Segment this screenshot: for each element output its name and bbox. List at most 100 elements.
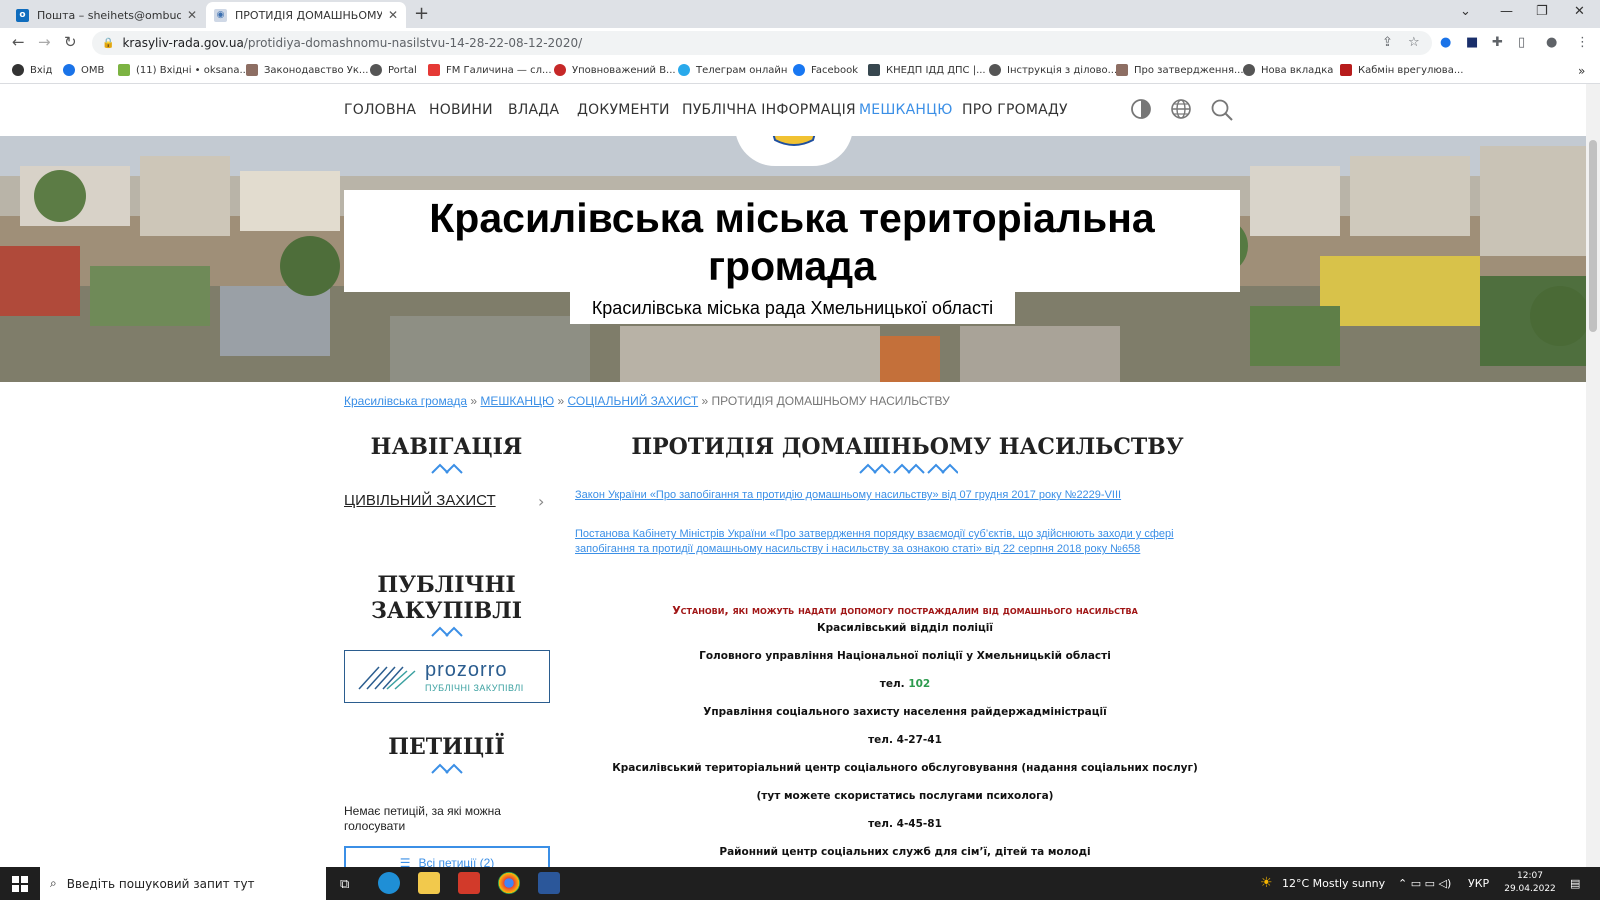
globe-icon[interactable] — [1170, 98, 1192, 120]
bookmarks-bar: Вхід OMB (11) Вхідні • oksana... Законод… — [0, 58, 1600, 84]
bookmark-item[interactable]: Законодавство Ук... — [246, 64, 368, 76]
bookmark-item[interactable]: FM Галичина — сл... — [428, 64, 552, 76]
bookmark-label: Інструкція з ділово... — [1007, 64, 1118, 76]
breadcrumb-link-home[interactable]: Красилівська громада — [344, 394, 467, 408]
bookmark-label: (11) Вхідні • oksana... — [136, 64, 249, 76]
telegram-icon — [678, 64, 690, 76]
nav-public-info[interactable]: ПУБЛІЧНА ІНФОРМАЦІЯ — [682, 102, 856, 118]
nav-home[interactable]: ГОЛОВНА — [344, 102, 416, 118]
bookmark-item[interactable]: Телеграм онлайн — [678, 64, 787, 76]
lock-icon: 🔒 — [102, 37, 115, 49]
windows-taskbar: ⌕ Введіть пошуковий запит тут ⧉ ☀ 12°C M… — [0, 867, 1600, 900]
tab-current-page[interactable]: ◉ ПРОТИДІЯ ДОМАШНЬОМУ НА ✕ — [206, 2, 406, 28]
language-indicator[interactable]: УКР — [1468, 877, 1489, 890]
app-shield-icon[interactable] — [458, 872, 480, 894]
back-icon[interactable]: ← — [12, 33, 25, 51]
social-office-phone: тел. 4-27-41 — [868, 734, 942, 746]
tab-search-icon[interactable]: ⌄ — [1460, 4, 1471, 19]
site-subtitle: Красилівська міська рада Хмельницької об… — [591, 298, 994, 318]
prozorro-logo-icon — [358, 666, 416, 690]
chrome-icon[interactable] — [498, 872, 520, 894]
bookmark-item[interactable]: Portal — [370, 64, 417, 76]
page-viewport: ГОЛОВНА НОВИНИ ВЛАДА ДОКУМЕНТИ ПУБЛІЧНА … — [0, 84, 1586, 867]
windows-start-icon[interactable] — [12, 876, 28, 892]
taskbar-search-input[interactable]: ⌕ Введіть пошуковий запит тут — [40, 867, 326, 900]
nav-about[interactable]: ПРО ГРОМАДУ — [962, 102, 1068, 118]
nav-residents[interactable]: МЕШКАНЦЮ — [859, 102, 953, 118]
bookmark-item[interactable]: Інструкція з ділово... — [989, 64, 1117, 76]
hero-title-box: Красилівська міська територіальна громад… — [344, 190, 1240, 292]
sidebar-petitions-title: ПЕТИЦІЇ — [388, 734, 505, 760]
bookmark-icon — [370, 64, 382, 76]
address-bar[interactable]: 🔒 krasyliv-rada.gov.ua/protidiya-domashn… — [92, 31, 1432, 55]
extensions-puzzle-icon[interactable]: ✚ — [1492, 35, 1503, 50]
nav-authority[interactable]: ВЛАДА — [508, 102, 559, 118]
page-scrollbar[interactable] — [1586, 84, 1600, 867]
restore-icon[interactable]: ❐ — [1536, 4, 1548, 19]
nav-documents[interactable]: ДОКУМЕНТИ — [577, 102, 670, 118]
breadcrumb-link-residents[interactable]: МЕШКАНЦЮ — [480, 394, 554, 408]
browser-toolbar: ← → ↻ 🔒 krasyliv-rada.gov.ua/protidiya-d… — [0, 28, 1600, 58]
law-link[interactable]: Закон України «Про запобігання та протид… — [575, 488, 1235, 503]
breadcrumb: Красилівська громада » МЕШКАНЦЮ » СОЦІАЛ… — [344, 394, 950, 408]
bookmark-label: Вхід — [30, 64, 53, 76]
bookmark-label: Кабмін врегулюва... — [1358, 64, 1464, 76]
bookmark-item[interactable]: Facebook — [793, 64, 858, 76]
social-office-name: Управління соціального захисту населення… — [703, 706, 1107, 718]
hero-subtitle-box: Красилівська міська рада Хмельницької об… — [570, 292, 1015, 324]
reload-icon[interactable]: ↻ — [64, 33, 77, 51]
new-tab-icon[interactable]: + — [414, 3, 429, 24]
clock[interactable]: 12:07 29.04.2022 — [1500, 870, 1560, 896]
close-tab-icon[interactable]: ✕ — [388, 8, 398, 22]
notifications-icon[interactable]: ▤ — [1570, 877, 1580, 890]
close-tab-icon[interactable]: ✕ — [187, 8, 197, 22]
weather-sun-icon: ☀ — [1260, 875, 1273, 891]
bookmark-icon — [428, 64, 440, 76]
bookmark-item[interactable]: КНЕДП ІДД ДПС |... — [868, 64, 986, 76]
bookmark-item[interactable]: Кабмін врегулюва... — [1340, 64, 1463, 76]
bookmark-label: Facebook — [811, 64, 858, 76]
close-window-icon[interactable]: ✕ — [1574, 4, 1585, 19]
minimize-icon[interactable]: — — [1500, 4, 1513, 19]
profile-avatar-icon[interactable]: ● — [1546, 35, 1557, 50]
extension-icon[interactable]: ● — [1440, 35, 1451, 50]
prozorro-banner[interactable]: prozorro ПУБЛІЧНІ ЗАКУПІВЛІ — [344, 650, 550, 703]
word-icon[interactable] — [538, 872, 560, 894]
weather-text[interactable]: 12°C Mostly sunny — [1282, 877, 1385, 890]
resolution-link[interactable]: Постанова Кабінету Міністрів України «Пр… — [575, 527, 1235, 557]
bookmark-star-icon[interactable]: ☆ — [1408, 35, 1420, 50]
bookmark-item[interactable]: Вхід — [12, 64, 52, 76]
more-bookmarks-icon[interactable]: » — [1578, 64, 1585, 78]
system-tray-icons[interactable]: ⌃ ▭ ▭ ◁) — [1398, 877, 1451, 890]
share-icon[interactable]: ⇪ — [1382, 35, 1393, 50]
file-explorer-icon[interactable] — [418, 872, 440, 894]
tab-mail[interactable]: o Пошта – sheihets@ombudsman ✕ — [8, 2, 205, 28]
ornament-icon — [859, 463, 958, 474]
chevron-right-icon[interactable]: › — [538, 492, 544, 511]
search-icon[interactable] — [1210, 98, 1234, 122]
site-title: Красилівська міська територіальна громад… — [429, 195, 1155, 289]
bookmark-item[interactable]: OMB — [63, 64, 104, 76]
extension-icon[interactable]: ■ — [1466, 35, 1478, 50]
bookmark-label: FM Галичина — сл... — [446, 64, 552, 76]
bookmark-item[interactable]: Нова вкладка — [1243, 64, 1333, 76]
bookmark-item[interactable]: (11) Вхідні • oksana... — [118, 64, 249, 76]
tel-prefix: тел. — [879, 678, 905, 690]
edge-icon[interactable] — [378, 872, 400, 894]
sidebar-link-civil-protection[interactable]: ЦИВІЛЬНИЙ ЗАХИСТ — [344, 492, 552, 509]
breadcrumb-link-social[interactable]: СОЦІАЛЬНИЙ ЗАХИСТ — [567, 394, 698, 408]
task-view-icon[interactable]: ⧉ — [340, 877, 349, 892]
all-petitions-button[interactable]: ☰ Всі петиції (2) — [344, 846, 550, 867]
menu-kebab-icon[interactable]: ⋮ — [1576, 35, 1589, 50]
contrast-icon[interactable] — [1130, 98, 1152, 120]
nav-news[interactable]: НОВИНИ — [429, 102, 493, 118]
clock-date: 29.04.2022 — [1504, 884, 1556, 894]
ornament-icon — [431, 626, 463, 637]
side-panel-icon[interactable]: ▯ — [1518, 35, 1525, 50]
forward-icon[interactable]: → — [38, 33, 51, 51]
breadcrumb-separator: » — [701, 394, 709, 408]
breadcrumb-separator: » — [557, 394, 565, 408]
bookmark-item[interactable]: Уповноважений В... — [554, 64, 676, 76]
scrollbar-thumb[interactable] — [1589, 140, 1597, 332]
bookmark-item[interactable]: Про затвердження... — [1116, 64, 1244, 76]
